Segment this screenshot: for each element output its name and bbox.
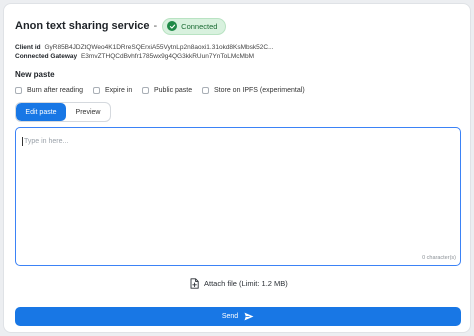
public-paste-checkbox[interactable] bbox=[142, 87, 149, 94]
tab-edit-paste[interactable]: Edit paste bbox=[16, 103, 66, 121]
text-caret bbox=[22, 137, 23, 146]
tab-preview[interactable]: Preview bbox=[66, 103, 110, 121]
expire-in-checkbox[interactable] bbox=[93, 87, 100, 94]
send-label: Send bbox=[221, 313, 239, 320]
paste-textarea[interactable]: Type in here... 0 character(s) bbox=[15, 127, 461, 266]
check-circle-icon bbox=[167, 21, 178, 31]
option-label: Expire in bbox=[105, 87, 133, 94]
section-title: New paste bbox=[15, 70, 55, 79]
textarea-placeholder: Type in here... bbox=[24, 138, 69, 145]
attach-file-label: Attach file (Limit: 1.2 MB) bbox=[204, 279, 288, 288]
client-id-label: Client id bbox=[15, 44, 41, 51]
store-on-ipfs-option[interactable]: Store on IPFS (experimental) bbox=[202, 87, 305, 94]
title-row: Anon text sharing service - Connected bbox=[15, 16, 227, 36]
burn-after-reading-option[interactable]: Burn after reading bbox=[15, 87, 83, 94]
expire-in-option[interactable]: Expire in bbox=[93, 87, 132, 94]
option-label: Burn after reading bbox=[27, 87, 84, 94]
title-separator: - bbox=[153, 20, 158, 32]
client-id-value: GyR85B4JDZtQWeo4K1DRreSQErxiA55VytnLp2n8… bbox=[44, 44, 274, 51]
option-label: Public paste bbox=[154, 87, 193, 94]
file-add-icon bbox=[190, 278, 199, 289]
store-on-ipfs-checkbox[interactable] bbox=[202, 87, 209, 94]
client-id-row: Client id GyR85B4JDZtQWeo4K1DRreSQErxiA5… bbox=[15, 44, 274, 51]
page-title: Anon text sharing service bbox=[15, 20, 150, 32]
character-counter: 0 character(s) bbox=[422, 255, 456, 261]
send-button[interactable]: Send bbox=[15, 307, 461, 326]
gateway-value: E3mvZTHQCdBvhfr1785wx9g4QG3kkRUun7YnToLM… bbox=[80, 53, 254, 60]
attach-file-button[interactable]: Attach file (Limit: 1.2 MB) bbox=[190, 278, 288, 289]
status-text: Connected bbox=[181, 21, 218, 31]
paste-card: Anon text sharing service - Connected Cl… bbox=[3, 3, 471, 333]
option-label: Store on IPFS (experimental) bbox=[214, 87, 305, 94]
gateway-row: Connected Gateway E3mvZTHQCdBvhfr1785wx9… bbox=[15, 53, 254, 60]
burn-after-reading-checkbox[interactable] bbox=[15, 87, 22, 94]
gateway-label: Connected Gateway bbox=[15, 53, 78, 60]
editor-tabs: Edit paste Preview bbox=[15, 102, 111, 122]
public-paste-option[interactable]: Public paste bbox=[142, 87, 192, 94]
send-icon bbox=[244, 312, 254, 321]
status-badge: Connected bbox=[162, 17, 227, 35]
